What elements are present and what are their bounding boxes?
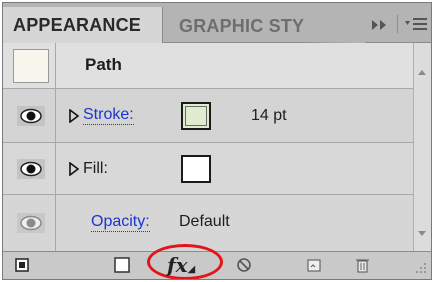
fill-color-swatch[interactable]: [181, 155, 211, 183]
opacity-value: Default: [179, 213, 230, 230]
fx-icon[interactable]: fx◢: [167, 255, 207, 275]
appearance-list: Path Stroke: 14 pt Fill: Opacity: Defaul…: [3, 43, 413, 251]
add-new-stroke-icon[interactable]: [11, 255, 33, 275]
eye-icon[interactable]: [17, 106, 45, 126]
tab-fade: [303, 9, 365, 43]
stroke-color-swatch[interactable]: [181, 102, 211, 130]
eye-icon[interactable]: [17, 213, 45, 233]
scroll-down-arrow-icon[interactable]: [417, 225, 427, 236]
tab-separator: [397, 15, 398, 33]
eye-column-divider: [55, 43, 56, 251]
stroke-row[interactable]: Stroke: 14 pt: [3, 89, 413, 143]
path-thumbnail: [13, 49, 49, 83]
panel-toolbar: fx◢: [3, 244, 431, 279]
disclosure-triangle-icon[interactable]: [69, 161, 80, 177]
fill-label[interactable]: Fill:: [83, 160, 108, 178]
tab-appearance[interactable]: APPEARANCE: [3, 7, 163, 44]
disclosure-triangle-icon[interactable]: [69, 108, 80, 124]
scroll-up-arrow-icon[interactable]: [417, 63, 427, 75]
panel-menu-icon[interactable]: [403, 13, 429, 35]
path-label: Path: [85, 55, 122, 74]
opacity-row[interactable]: Opacity: Default: [3, 195, 413, 251]
stroke-link[interactable]: Stroke:: [83, 106, 134, 125]
resize-grip-icon[interactable]: [407, 256, 429, 276]
add-new-fill-icon[interactable]: [111, 255, 133, 275]
duplicate-item-icon[interactable]: [303, 255, 325, 275]
clear-appearance-icon[interactable]: [233, 255, 255, 275]
opacity-link[interactable]: Opacity:: [91, 213, 150, 232]
fill-row[interactable]: Fill:: [3, 143, 413, 195]
eye-icon[interactable]: [17, 159, 45, 179]
double-chevron-right-icon[interactable]: [365, 13, 393, 37]
appearance-panel: APPEARANCE GRAPHIC STY Path Stroke: 14 p…: [2, 2, 432, 280]
path-row[interactable]: Path: [3, 43, 413, 89]
delete-item-icon[interactable]: [351, 255, 373, 275]
tab-strip: APPEARANCE GRAPHIC STY: [3, 3, 431, 44]
fx-label: fx: [167, 253, 188, 277]
vertical-scrollbar[interactable]: [413, 43, 431, 251]
stroke-weight-value[interactable]: 14 pt: [251, 107, 287, 125]
